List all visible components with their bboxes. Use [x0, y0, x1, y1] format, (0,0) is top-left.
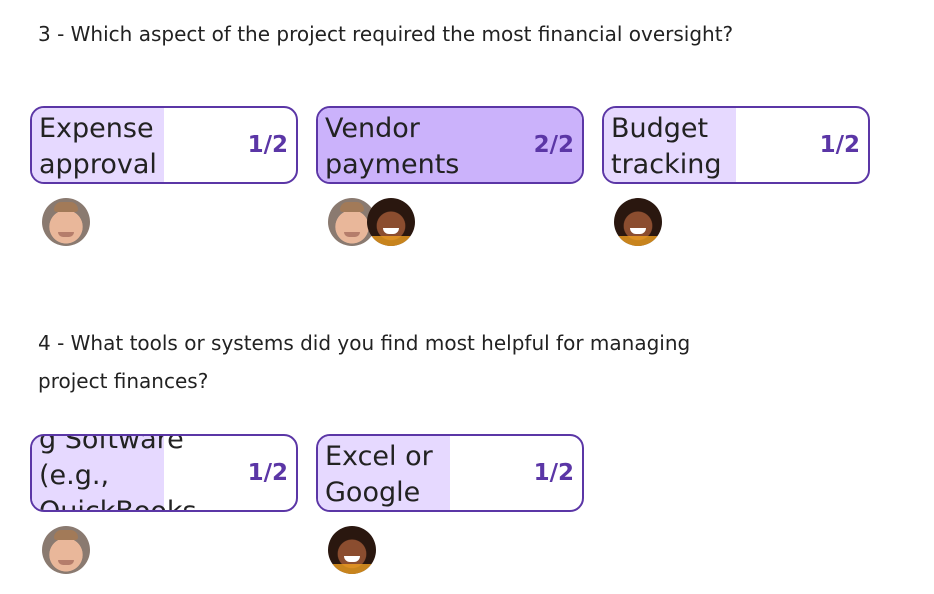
question-3-text: 3 - Which aspect of the project required…	[38, 22, 734, 46]
option-label: Excel or Google Sheets	[325, 441, 433, 508]
vote-count: 1/2	[819, 132, 860, 158]
vote-count: 1/2	[247, 132, 288, 158]
option-budget-tracking[interactable]: Budget tracking 1/2	[602, 106, 870, 184]
voter-avatars	[614, 198, 662, 246]
avatar-man-icon	[42, 198, 90, 246]
voter-avatars	[328, 526, 376, 574]
option-excel-google-sheets[interactable]: Excel or Google Sheets 1/2	[316, 434, 584, 512]
voter-avatars	[42, 198, 90, 246]
option-label: Expense approval	[39, 113, 157, 180]
avatar-man-icon	[42, 526, 90, 574]
option-label: g Software (e.g., QuickBooks	[39, 434, 197, 512]
vote-count: 1/2	[533, 460, 574, 486]
voter-avatars	[328, 198, 415, 246]
avatar-woman-icon	[367, 198, 415, 246]
option-expense-approval[interactable]: Expense approval 1/2	[30, 106, 298, 184]
question-4-text: 4 - What tools or systems did you find m…	[38, 331, 691, 393]
option-label: Budget tracking	[611, 113, 722, 180]
option-vendor-payments[interactable]: Vendor payments 2/2	[316, 106, 584, 184]
voter-avatars	[42, 526, 90, 574]
avatar-woman-icon	[328, 526, 376, 574]
vote-count: 1/2	[247, 460, 288, 486]
vote-count: 2/2	[533, 132, 574, 158]
avatar-woman-icon	[614, 198, 662, 246]
option-label: Vendor payments	[325, 113, 460, 180]
option-accounting-software[interactable]: g Software (e.g., QuickBooks 1/2	[30, 434, 298, 512]
